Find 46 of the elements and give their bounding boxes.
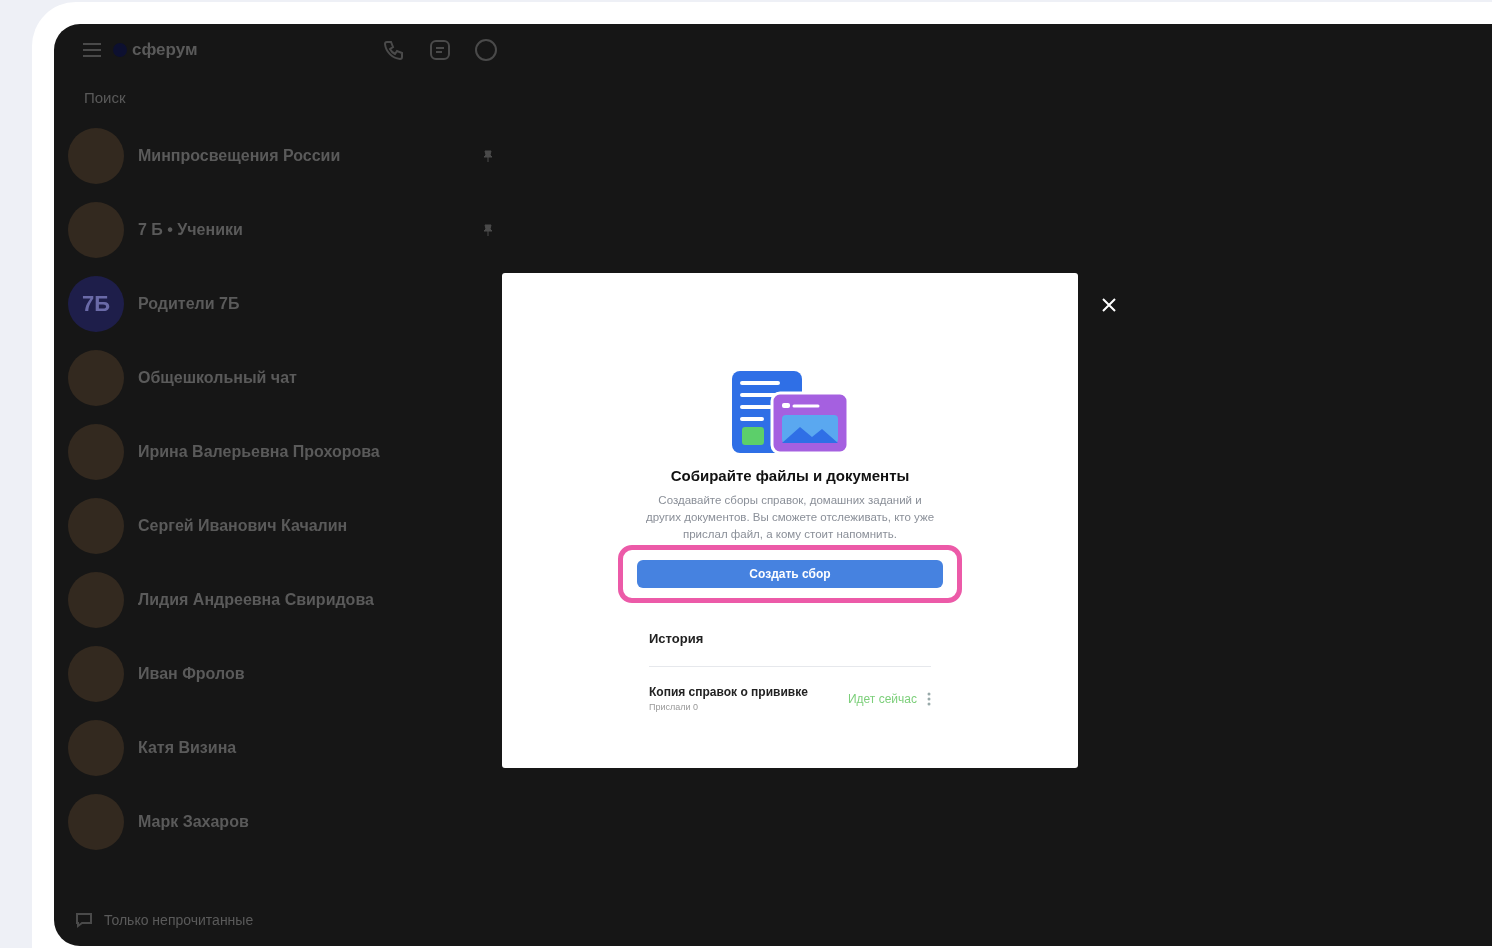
avatar xyxy=(68,646,124,702)
chat-bubble-icon xyxy=(74,910,94,930)
chat-item[interactable]: Ирина Валерьевна Прохорова xyxy=(68,415,504,489)
app-logo: сферум xyxy=(112,40,198,60)
search-field[interactable]: Поиск xyxy=(82,88,196,107)
chat-item[interactable]: Иван Фролов xyxy=(68,637,504,711)
chat-name: Минпросвещения России xyxy=(138,147,341,165)
avatar xyxy=(68,498,124,554)
close-button[interactable] xyxy=(1100,296,1118,314)
chat-name: Лидия Андреевна Свиридова xyxy=(138,591,374,609)
more-icon[interactable] xyxy=(927,691,931,706)
dialog-title: Собирайте файлы и документы xyxy=(670,467,910,484)
history-item-title[interactable]: Копия справок о прививке xyxy=(649,685,848,699)
chat-item[interactable]: 7Б Родители 7Б xyxy=(68,267,504,341)
dialog-description: Создавайте сборы справок, домашних заданий и других документов. Вы сможете отслеживать, кто уже прислал файл, а кому стоит напомнить. xyxy=(644,493,936,542)
unread-filter-label[interactable]: Только непрочитанные xyxy=(104,912,254,928)
compose-icon[interactable] xyxy=(428,38,452,62)
menu-icon[interactable] xyxy=(82,43,102,57)
chat-name: Родители 7Б xyxy=(138,295,240,313)
avatar xyxy=(68,720,124,776)
chat-item[interactable]: Марк Захаров xyxy=(68,785,504,859)
avatar xyxy=(68,202,124,258)
chat-name: Иван Фролов xyxy=(138,665,245,683)
chat-item[interactable]: Катя Визина xyxy=(68,711,504,785)
chat-name: Катя Визина xyxy=(138,739,237,757)
history-item-subtitle: Прислали 0 xyxy=(649,702,700,712)
avatar xyxy=(68,424,124,480)
avatar: 7Б xyxy=(68,276,124,332)
create-collection-button[interactable]: Создать сбор xyxy=(637,560,943,588)
chat-name: Марк Захаров xyxy=(138,813,249,831)
chat-item[interactable]: Минпросвещения России xyxy=(68,119,504,193)
avatar xyxy=(68,350,124,406)
status-label: Идет сейчас xyxy=(847,691,917,706)
chat-item[interactable]: Лидия Андреевна Свиридова xyxy=(68,563,504,637)
chat-name: 7 Б • Ученики xyxy=(138,221,243,239)
chat-item[interactable]: Сергей Иванович Качалин xyxy=(68,489,504,563)
avatar xyxy=(68,572,124,628)
avatar xyxy=(68,794,124,850)
phone-icon[interactable] xyxy=(382,38,406,62)
chat-name: Общешкольный чат xyxy=(138,369,297,387)
history-heading: История xyxy=(649,631,931,667)
avatar xyxy=(68,128,124,184)
chat-item[interactable]: Общешкольный чат xyxy=(68,341,504,415)
chat-name: Сергей Иванович Качалин xyxy=(138,517,348,535)
chat-name: Ирина Валерьевна Прохорова xyxy=(138,443,380,461)
chat-item[interactable]: 7 Б • Ученики xyxy=(68,193,504,267)
